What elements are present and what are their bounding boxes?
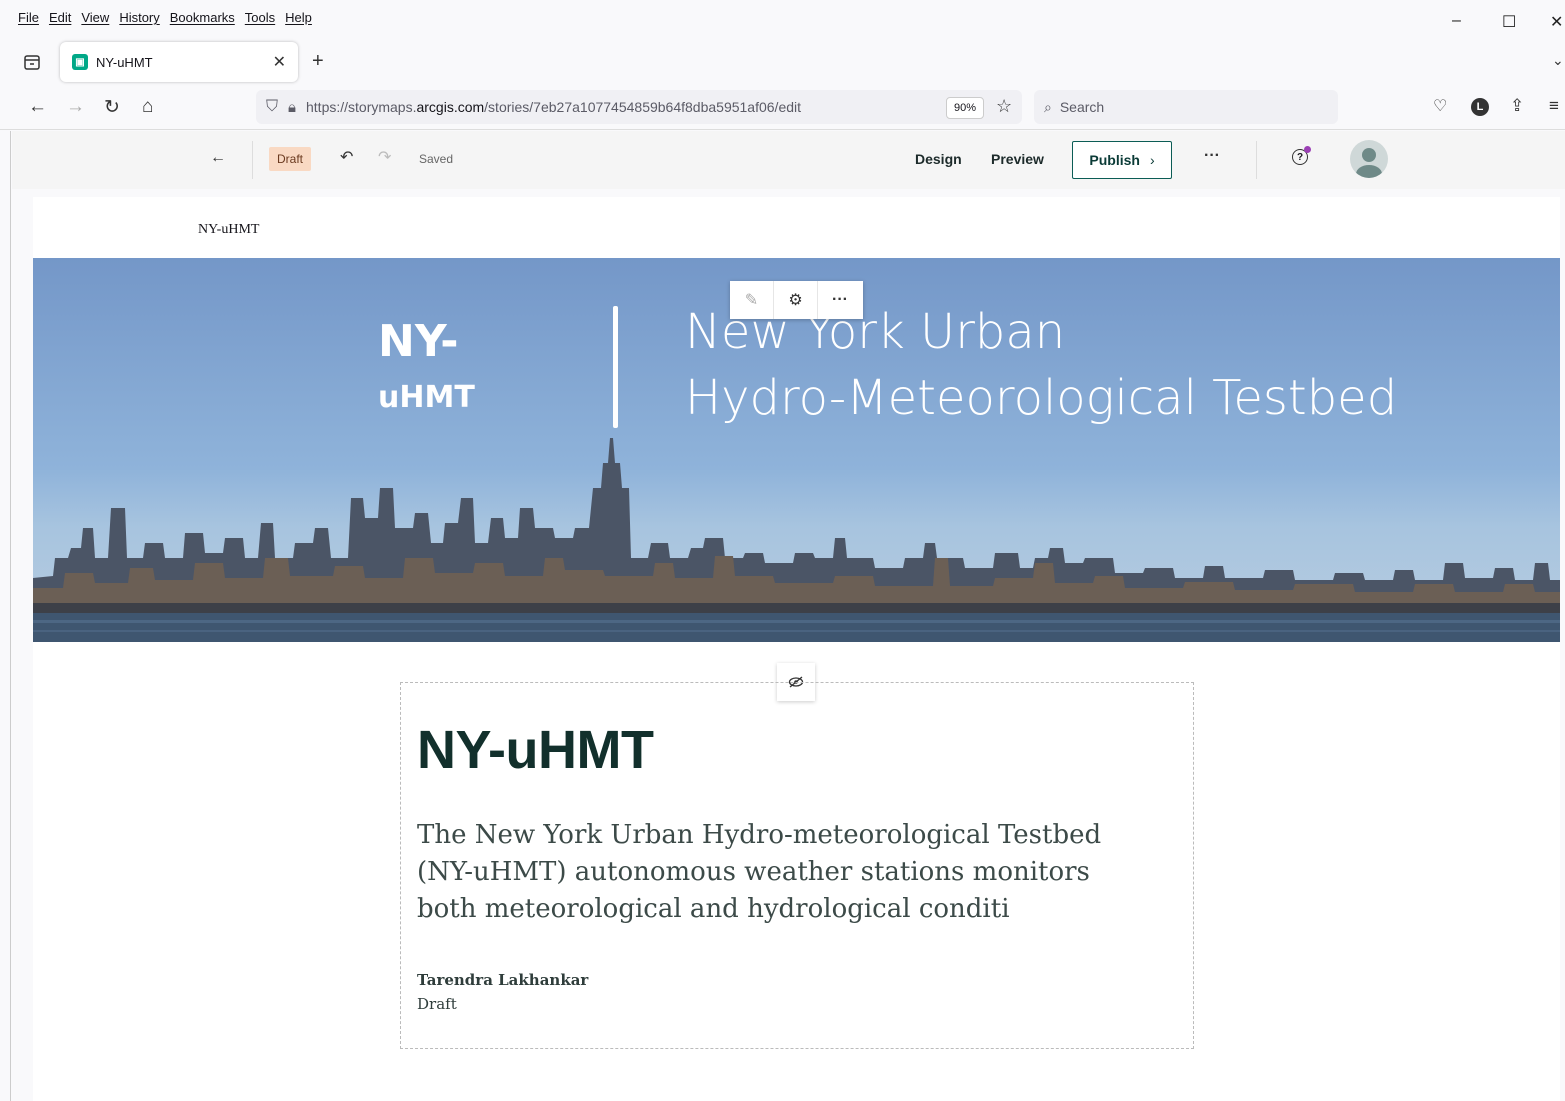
reload-icon[interactable]: ↻ <box>104 96 120 119</box>
search-bar[interactable]: ⌕ Search <box>1034 90 1338 124</box>
search-icon: ⌕ <box>1044 98 1052 115</box>
lock-icon[interactable]: 🔒︎ <box>288 99 296 116</box>
more-options-button[interactable]: ··· <box>1204 147 1220 165</box>
preview-button[interactable]: Preview <box>991 151 1044 167</box>
tab-list-icon[interactable] <box>22 52 42 72</box>
menu-file[interactable]: File <box>18 10 39 25</box>
url-path: /stories/7eb27a1077454859b64f8dba5951af0… <box>484 99 802 115</box>
zoom-level[interactable]: 90% <box>946 97 984 119</box>
hero-logo-ny: NY- <box>378 316 459 367</box>
back-arrow-icon[interactable]: ← <box>210 149 226 167</box>
menu-bookmarks[interactable]: Bookmarks <box>170 10 235 25</box>
chevron-down-icon[interactable]: ⌄ <box>1552 52 1564 69</box>
hero-cover[interactable]: NY- uHMT New York Urban Hydro-Meteorolog… <box>33 258 1560 642</box>
undo-icon[interactable]: ↶ <box>340 147 353 167</box>
saved-status: Saved <box>419 152 454 166</box>
close-window-icon[interactable]: ✕ <box>1550 12 1563 32</box>
menu-edit[interactable]: Edit <box>49 10 71 25</box>
user-avatar-icon <box>1356 148 1382 178</box>
story-description[interactable]: The New York Urban Hydro-meteorological … <box>417 817 1157 928</box>
account-icon[interactable]: L <box>1471 98 1489 116</box>
more-options-icon[interactable]: ··· <box>818 281 862 319</box>
tab-title: NY-uHMT <box>96 54 153 70</box>
home-icon[interactable]: ⌂ <box>142 96 153 118</box>
menu-bar: File Edit View History Bookmarks Tools H… <box>0 0 1565 38</box>
avatar[interactable] <box>1350 140 1388 178</box>
menu-tools[interactable]: Tools <box>245 10 275 25</box>
forward-icon[interactable]: → <box>66 96 85 118</box>
block-floating-toolbar: ✎ ⚙ ··· <box>730 281 863 319</box>
settings-gear-icon[interactable]: ⚙ <box>774 281 818 319</box>
hero-divider <box>613 306 618 428</box>
publish-label: Publish <box>1089 152 1140 168</box>
hero-logo-uhmt: uHMT <box>378 380 475 415</box>
menu-help[interactable]: Help <box>285 10 312 25</box>
story-status: Draft <box>417 995 457 1013</box>
shield-icon[interactable]: ⛉ <box>266 98 278 116</box>
story-canvas: NY-uHMT NY- uHMT New York Urban Hydro-Me… <box>33 197 1560 1101</box>
url-bar[interactable]: ⛉ 🔒︎ https://storymaps. arcgis.com/storie… <box>256 90 1022 124</box>
close-tab-icon[interactable]: ✕ <box>273 52 286 72</box>
pocket-icon[interactable]: ♡ <box>1433 96 1447 116</box>
design-button[interactable]: Design <box>915 151 962 167</box>
menu-view[interactable]: View <box>81 10 109 25</box>
story-author: Tarendra Lakhankar <box>417 971 589 989</box>
chevron-right-icon: › <box>1149 152 1155 168</box>
navigation-bar: ← → ↻ ⌂ ⛉ 🔒︎ https://storymaps. arcgis.co… <box>0 86 1565 130</box>
publish-button[interactable]: Publish › <box>1072 141 1172 179</box>
minimize-icon[interactable]: – <box>1452 12 1461 30</box>
storymaps-favicon-icon: ▣ <box>72 54 88 70</box>
story-header-title[interactable]: NY-uHMT <box>198 222 259 238</box>
storymaps-toolbar: ← Draft ↶ ↷ Saved Design Preview Publish… <box>12 131 1565 189</box>
search-placeholder: Search <box>1059 99 1105 115</box>
extensions-icon[interactable]: ⇪ <box>1510 96 1524 116</box>
window-left-border <box>10 131 11 1101</box>
menu-history[interactable]: History <box>119 10 159 25</box>
browser-tab[interactable]: ▣ NY-uHMT ✕ <box>60 42 298 82</box>
bookmark-star-icon[interactable]: ☆ <box>996 96 1012 117</box>
url-prefix: https://storymaps. <box>306 99 417 115</box>
back-icon[interactable]: ← <box>28 96 47 118</box>
toolbar-divider <box>252 141 253 179</box>
hamburger-menu-icon[interactable]: ≡ <box>1549 96 1559 116</box>
redo-icon[interactable]: ↷ <box>378 147 391 167</box>
edit-pencil-icon[interactable]: ✎ <box>730 281 774 319</box>
story-title[interactable]: NY-uHMT <box>417 719 654 781</box>
notification-dot <box>1304 146 1311 153</box>
toolbar-divider <box>1256 141 1257 179</box>
new-tab-icon[interactable]: + <box>312 50 324 73</box>
tab-bar: ▣ NY-uHMT ✕ + ⌄ <box>0 38 1565 86</box>
maximize-icon[interactable]: ☐ <box>1502 12 1516 32</box>
url-host: arcgis.com <box>416 99 485 115</box>
hero-title-line-2: Hydro-Meteorological Testbed <box>685 370 1398 426</box>
draft-badge: Draft <box>269 147 312 171</box>
